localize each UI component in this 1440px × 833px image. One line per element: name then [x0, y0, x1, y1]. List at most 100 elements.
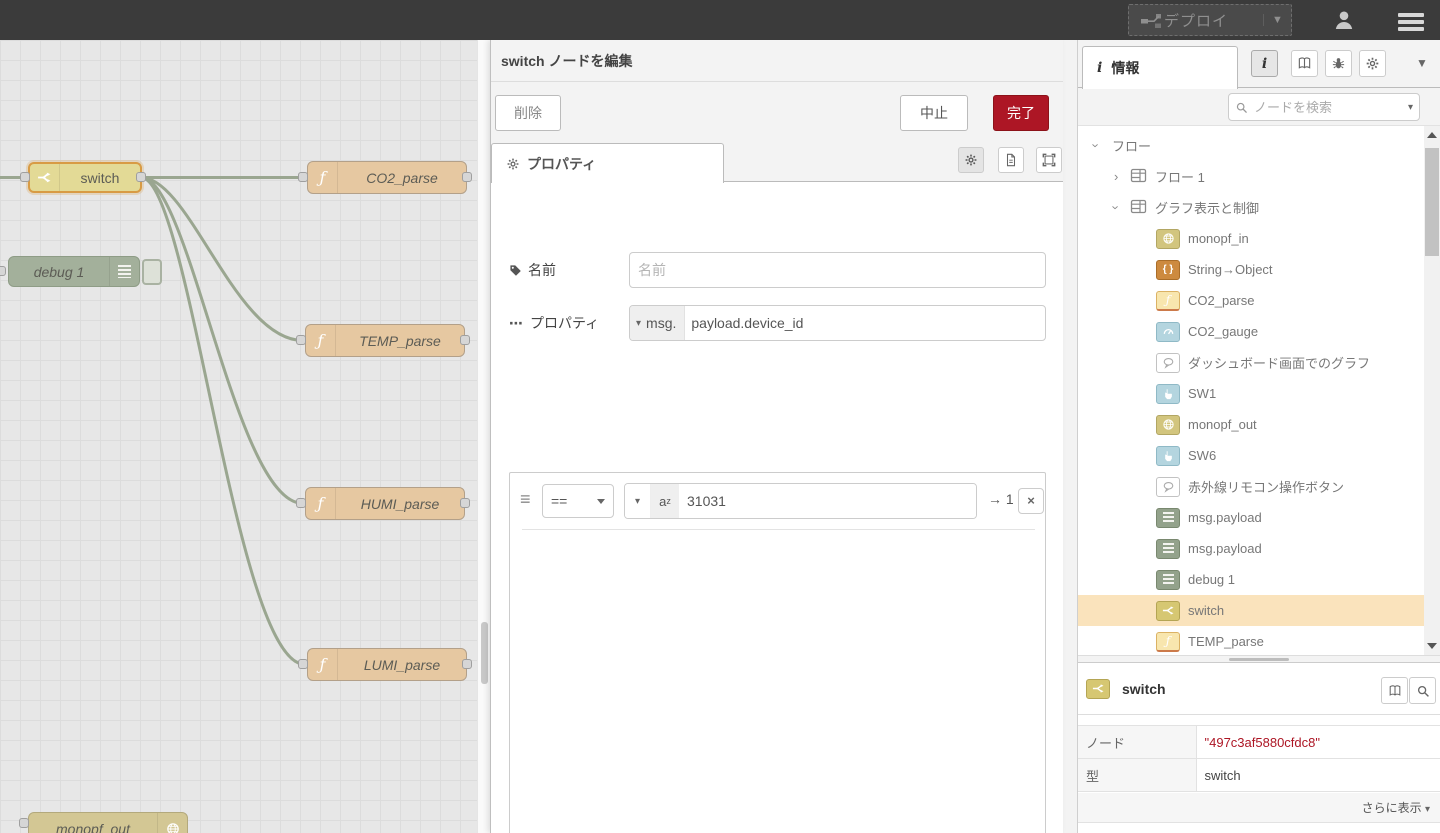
rule-operator-select[interactable]: == — [542, 484, 614, 518]
sidebar-splitter[interactable] — [1062, 40, 1078, 833]
wire — [141, 178, 305, 665]
rule-remove-button[interactable]: × — [1018, 488, 1044, 514]
tree-item-comment-remote[interactable]: 赤外線リモコン操作ボタン — [1078, 471, 1424, 502]
deploy-button[interactable]: デプロイ ▼ — [1128, 4, 1292, 36]
rule-divider — [522, 529, 1035, 530]
show-more-link[interactable]: さらに表示 ▾ — [1078, 793, 1440, 823]
tree-item-msg-payload-1[interactable]: msg.payload — [1078, 502, 1424, 533]
sidebar-config-button[interactable] — [1359, 50, 1386, 77]
book-icon — [1297, 56, 1312, 71]
port-out[interactable] — [460, 335, 470, 345]
tree-item-sw6[interactable]: SW6 — [1078, 440, 1424, 471]
port-in[interactable] — [296, 498, 306, 508]
port-in[interactable] — [296, 335, 306, 345]
rule-value-input[interactable] — [679, 484, 976, 518]
sidebar-help-button[interactable] — [1291, 50, 1318, 77]
detail-help-button[interactable] — [1381, 677, 1408, 704]
node-switch[interactable]: switch — [28, 162, 142, 193]
tab-info[interactable]: i 情報 — [1082, 46, 1238, 89]
node-temp-parse[interactable]: ƒ TEMP_parse — [305, 324, 465, 357]
port-in[interactable] — [298, 659, 308, 669]
port-out[interactable] — [462, 172, 472, 182]
tree-item-co2-gauge[interactable]: CO2_gauge — [1078, 316, 1424, 347]
node-debug-1[interactable]: debug 1 — [8, 256, 140, 287]
node-label: HUMI_parse — [336, 496, 464, 512]
properties-view-button[interactable] — [958, 147, 984, 173]
node-lumi-parse[interactable]: ƒ LUMI_parse — [307, 648, 467, 681]
search-icon — [1416, 684, 1430, 698]
scrollbar-thumb[interactable] — [481, 622, 488, 684]
user-button[interactable] — [1332, 8, 1356, 35]
switch-fork-icon — [1086, 679, 1110, 699]
chevron-icon[interactable]: › — [1089, 143, 1104, 147]
scroll-up-arrow[interactable] — [1427, 132, 1437, 138]
tree-item-debug-1[interactable]: debug 1 — [1078, 564, 1424, 595]
port-in[interactable] — [20, 172, 30, 182]
node-search-input[interactable] — [1254, 100, 1402, 115]
tab-label: 情報 — [1111, 58, 1139, 78]
function-icon: ƒ — [308, 162, 338, 193]
cancel-button[interactable]: 中止 — [900, 95, 968, 131]
rules-container: ≡ == ▾ az → 1 × — [509, 472, 1046, 833]
chevron-icon[interactable]: › — [1109, 205, 1124, 209]
rule-type-button[interactable]: ▾ — [625, 484, 651, 518]
tree-item-co2-parse[interactable]: ƒ CO2_parse — [1078, 285, 1424, 316]
drag-handle-icon[interactable]: ≡ — [520, 489, 531, 510]
tree-item-flow-1[interactable]: › フロー 1 — [1078, 161, 1424, 192]
tree-item-monopf-in[interactable]: monopf_in — [1078, 223, 1424, 254]
rule-value-group: ▾ az — [624, 483, 977, 519]
chevron-down-icon: ▾ — [1408, 102, 1413, 113]
gear-icon — [964, 153, 978, 167]
tree-item-label: TEMP_parse — [1188, 634, 1264, 649]
scrollbar-thumb[interactable] — [1425, 148, 1439, 256]
sidebar-tabs-caret[interactable]: ▼ — [1416, 56, 1428, 70]
appearance-view-button[interactable] — [1036, 147, 1062, 173]
node-co2-parse[interactable]: ƒ CO2_parse — [307, 161, 467, 194]
tree-item-temp-parse[interactable]: ƒ TEMP_parse — [1078, 626, 1424, 655]
tree-item-label: ダッシュボード画面でのグラフ — [1188, 353, 1370, 372]
document-icon — [1004, 153, 1018, 167]
deploy-options-caret[interactable]: ▼ — [1263, 14, 1291, 26]
port-out[interactable] — [460, 498, 470, 508]
canvas-scrollbar[interactable] — [477, 40, 490, 833]
tree-scrollbar[interactable] — [1424, 126, 1440, 655]
delete-button[interactable]: 削除 — [495, 95, 561, 131]
description-view-button[interactable] — [998, 147, 1024, 173]
tree-item-flows-root[interactable]: › フロー — [1078, 130, 1424, 161]
property-type-button[interactable]: ▾ msg. — [630, 306, 685, 340]
done-button[interactable]: 完了 — [993, 95, 1049, 131]
port-out[interactable] — [136, 172, 146, 182]
tree-item-comment-dashboard[interactable]: ダッシュボード画面でのグラフ — [1078, 347, 1424, 378]
function-icon: ƒ — [306, 488, 336, 519]
node-humi-parse[interactable]: ƒ HUMI_parse — [305, 487, 465, 520]
name-input[interactable] — [629, 252, 1046, 288]
property-input[interactable]: ▾ msg. payload.device_id — [629, 305, 1046, 341]
tab-label: プロパティ — [527, 154, 596, 174]
port-in[interactable] — [0, 266, 6, 276]
port-out[interactable] — [462, 659, 472, 669]
tray-tab-bar: プロパティ — [491, 142, 1063, 182]
tree-item-msg-payload-2[interactable]: msg.payload — [1078, 533, 1424, 564]
node-monopf-out[interactable]: monopf_out — [28, 812, 188, 833]
tree-item-switch-selected[interactable]: switch — [1078, 595, 1424, 626]
tree-resize-handle[interactable] — [1078, 655, 1440, 663]
flow-canvas[interactable]: switch debug 1 ƒ CO2_parse ƒ TEMP_parse … — [0, 40, 477, 833]
tree-item-sw1[interactable]: SW1 — [1078, 378, 1424, 409]
tab-properties[interactable]: プロパティ — [491, 143, 724, 183]
scroll-down-arrow[interactable] — [1427, 643, 1437, 649]
node-search-box[interactable]: ▾ — [1228, 93, 1420, 121]
debug-enable-toggle[interactable] — [142, 259, 162, 285]
sidebar-info-button[interactable]: i — [1251, 50, 1278, 77]
port-in[interactable] — [19, 818, 29, 828]
property-path-value[interactable]: payload.device_id — [685, 306, 803, 340]
detail-find-button[interactable] — [1409, 677, 1436, 704]
tree-item-flow-graph[interactable]: › グラフ表示と制御 — [1078, 192, 1424, 223]
main-menu-button[interactable] — [1398, 10, 1424, 34]
tree-item-string-to-object[interactable]: { } String→Object — [1078, 254, 1424, 285]
chevron-icon[interactable]: › — [1114, 169, 1118, 184]
sidebar-debug-button[interactable] — [1325, 50, 1352, 77]
detail-node-type: switch — [1196, 759, 1440, 792]
tree-item-monopf-out[interactable]: monopf_out — [1078, 409, 1424, 440]
string-type-icon: az — [651, 484, 679, 518]
port-in[interactable] — [298, 172, 308, 182]
